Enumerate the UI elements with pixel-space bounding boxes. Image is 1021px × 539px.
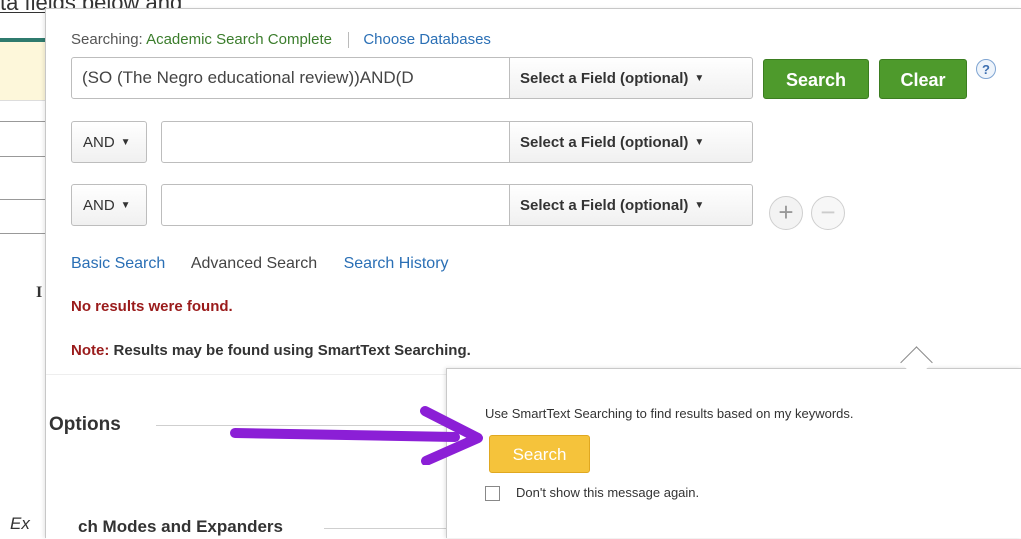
background-divider [0,233,50,234]
advanced-search-link: Advanced Search [190,255,318,272]
choose-databases-link[interactable]: Choose Databases [363,31,491,48]
clear-button[interactable]: Clear [879,59,967,99]
searching-line: Searching: Academic Search Complete Choo… [71,31,491,49]
separator [348,32,350,49]
background-footer-text: Ex [10,514,30,533]
background-divider [0,156,50,157]
boolean-select-3-label: AND [83,197,115,214]
search-input-3[interactable] [161,184,513,226]
search-history-link[interactable]: Search History [344,255,449,272]
note-label: Note: [71,342,110,359]
options-heading: Options [49,414,121,435]
search-input-1[interactable]: (SO (The Negro educational review))AND(D [71,57,513,99]
boolean-select-2[interactable]: AND ▼ [71,121,147,163]
field-select-3-label: Select a Field (optional) [520,197,689,214]
note-text: Results may be found using SmartText Sea… [113,342,471,359]
field-select-3[interactable]: Select a Field (optional) ▼ [509,184,753,226]
search-mode-links: Basic Search Advanced Search Search Hist… [71,255,471,273]
remove-row-button[interactable]: − [811,196,845,230]
background-divider [0,199,50,200]
smarttext-search-button[interactable]: Search [489,435,590,473]
background-divider [0,121,50,122]
basic-search-link[interactable]: Basic Search [71,255,165,272]
field-select-1-label: Select a Field (optional) [520,70,689,87]
popup-message: Use SmartText Searching to find results … [485,406,854,421]
annotation-arrow-icon [230,406,483,465]
help-icon[interactable]: ? [976,59,996,79]
smarttext-popup: Use SmartText Searching to find results … [446,368,1021,538]
field-select-1[interactable]: Select a Field (optional) ▼ [509,57,753,99]
boolean-select-3[interactable]: AND ▼ [71,184,147,226]
boolean-select-2-label: AND [83,134,115,151]
database-name: Academic Search Complete [146,31,332,48]
dont-show-again-row: Don't show this message again. [485,485,700,502]
searching-label: Searching: [71,31,143,48]
dont-show-again-label: Don't show this message again. [516,485,700,500]
dont-show-again-checkbox[interactable] [485,486,500,502]
background-letter: I [36,284,43,301]
search-button[interactable]: Search [763,59,869,99]
field-select-2-label: Select a Field (optional) [520,134,689,151]
chevron-down-icon: ▼ [120,200,131,211]
modes-divider [324,528,454,529]
smarttext-note: Note: Results may be found using SmartTe… [71,342,471,359]
search-modes-heading: ch Modes and Expanders [78,517,283,536]
chevron-down-icon: ▼ [120,137,131,148]
chevron-down-icon: ▼ [694,137,705,148]
add-row-button[interactable]: + [769,196,803,230]
search-input-2[interactable] [161,121,513,163]
field-select-2[interactable]: Select a Field (optional) ▼ [509,121,753,163]
chevron-down-icon: ▼ [694,73,705,84]
search-input-1-value: (SO (The Negro educational review))AND(D [82,68,414,87]
chevron-down-icon: ▼ [694,200,705,211]
no-results-message: No results were found. [71,298,233,315]
